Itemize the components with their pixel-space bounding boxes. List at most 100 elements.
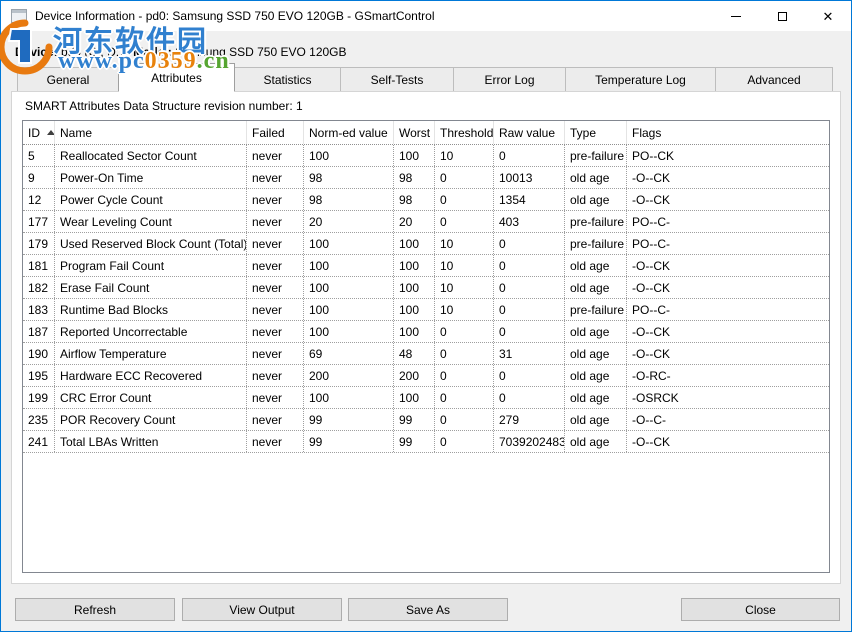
table-row[interactable]: 9Power-On Timenever9898010013old age-O--…	[23, 167, 829, 189]
cell-norm-ed-value: 200	[304, 365, 394, 386]
cell-threshold: 10	[435, 277, 494, 298]
table-row[interactable]: 183Runtime Bad Blocksnever100100100pre-f…	[23, 299, 829, 321]
cell-type: old age	[565, 343, 627, 364]
cell-name: Reallocated Sector Count	[55, 145, 247, 166]
tab-temperature-log[interactable]: Temperature Log	[565, 67, 716, 91]
tab-error-log[interactable]: Error Log	[453, 67, 566, 91]
cell-name: Runtime Bad Blocks	[55, 299, 247, 320]
table-row[interactable]: 12Power Cycle Countnever989801354old age…	[23, 189, 829, 211]
cell-worst: 20	[394, 211, 435, 232]
cell-failed: never	[247, 277, 304, 298]
cell-name: Used Reserved Block Count (Total)	[55, 233, 247, 254]
cell-norm-ed-value: 69	[304, 343, 394, 364]
refresh-button[interactable]: Refresh	[15, 598, 175, 621]
table-row[interactable]: 179Used Reserved Block Count (Total)neve…	[23, 233, 829, 255]
minimize-button[interactable]	[713, 1, 759, 31]
cell-failed: never	[247, 365, 304, 386]
cell-flags: -O--CK	[627, 321, 829, 342]
view-output-button[interactable]: View Output	[182, 598, 342, 621]
cell-threshold: 10	[435, 145, 494, 166]
app-window-icon	[11, 9, 27, 23]
table-row[interactable]: 199CRC Error Countnever10010000old age-O…	[23, 387, 829, 409]
column-header-name[interactable]: Name	[55, 121, 247, 144]
cell-threshold: 0	[435, 167, 494, 188]
cell-flags: -O--CK	[627, 167, 829, 188]
cell-flags: -O--CK	[627, 277, 829, 298]
table-row[interactable]: 241Total LBAs Writtennever99990703920248…	[23, 431, 829, 453]
cell-raw-value: 403	[494, 211, 565, 232]
column-header-id[interactable]: ID	[23, 121, 55, 144]
column-header-failed[interactable]: Failed	[247, 121, 304, 144]
cell-name: Erase Fail Count	[55, 277, 247, 298]
cell-norm-ed-value: 100	[304, 233, 394, 254]
cell-raw-value: 10013	[494, 167, 565, 188]
cell-flags: -O--CK	[627, 343, 829, 364]
cell-raw-value: 0	[494, 321, 565, 342]
maximize-button[interactable]	[759, 1, 805, 31]
cell-worst: 99	[394, 409, 435, 430]
tab-general[interactable]: General	[17, 67, 119, 91]
smart-revision-label: SMART Attributes Data Structure revision…	[25, 99, 303, 113]
cell-worst: 48	[394, 343, 435, 364]
cell-failed: never	[247, 299, 304, 320]
table-row[interactable]: 5Reallocated Sector Countnever100100100p…	[23, 145, 829, 167]
cell-flags: -O--CK	[627, 255, 829, 276]
cell-type: old age	[565, 321, 627, 342]
column-header-raw-value[interactable]: Raw value	[494, 121, 565, 144]
cell-id: 235	[23, 409, 55, 430]
cell-norm-ed-value: 99	[304, 409, 394, 430]
cell-failed: never	[247, 233, 304, 254]
cell-failed: never	[247, 321, 304, 342]
tab-statistics[interactable]: Statistics	[234, 67, 341, 91]
column-header-norm-ed-value[interactable]: Norm-ed value	[304, 121, 394, 144]
cell-threshold: 10	[435, 233, 494, 254]
table-row[interactable]: 235POR Recovery Countnever99990279old ag…	[23, 409, 829, 431]
tab-attributes[interactable]: Attributes	[118, 63, 235, 92]
cell-raw-value: 31	[494, 343, 565, 364]
close-dialog-button[interactable]: Close	[681, 598, 840, 621]
device-label: Device:	[15, 45, 58, 59]
cell-type: old age	[565, 255, 627, 276]
cell-flags: -O-RC-	[627, 365, 829, 386]
column-header-flags[interactable]: Flags	[627, 121, 829, 144]
title-bar: Device Information - pd0: Samsung SSD 75…	[1, 1, 851, 31]
table-row[interactable]: 187Reported Uncorrectablenever10010000ol…	[23, 321, 829, 343]
cell-worst: 98	[394, 167, 435, 188]
cell-failed: never	[247, 145, 304, 166]
table-row[interactable]: 181Program Fail Countnever100100100old a…	[23, 255, 829, 277]
cell-norm-ed-value: 100	[304, 145, 394, 166]
device-summary-line: Device: pd0 (C:, D:) Model: Samsung SSD …	[15, 43, 347, 61]
cell-name: Wear Leveling Count	[55, 211, 247, 232]
cell-failed: never	[247, 167, 304, 188]
sort-ascending-icon	[47, 130, 55, 135]
table-body: 5Reallocated Sector Countnever100100100p…	[23, 145, 829, 453]
column-header-threshold[interactable]: Threshold	[435, 121, 494, 144]
table-row[interactable]: 182Erase Fail Countnever100100100old age…	[23, 277, 829, 299]
column-header-type[interactable]: Type	[565, 121, 627, 144]
table-row[interactable]: 195Hardware ECC Recoverednever20020000ol…	[23, 365, 829, 387]
save-as-button[interactable]: Save As	[348, 598, 508, 621]
cell-norm-ed-value: 100	[304, 321, 394, 342]
cell-type: old age	[565, 365, 627, 386]
table-row[interactable]: 177Wear Leveling Countnever20200403pre-f…	[23, 211, 829, 233]
tab-bar: GeneralAttributesStatisticsSelf-TestsErr…	[17, 63, 832, 91]
cell-name: CRC Error Count	[55, 387, 247, 408]
cell-flags: -O--CK	[627, 431, 829, 452]
cell-type: old age	[565, 431, 627, 452]
close-button[interactable]: ✕	[805, 1, 851, 31]
model-value: Samsung SSD 750 EVO 120GB	[175, 45, 346, 59]
tab-advanced[interactable]: Advanced	[715, 67, 833, 91]
table-row[interactable]: 190Airflow Temperaturenever6948031old ag…	[23, 343, 829, 365]
cell-threshold: 0	[435, 189, 494, 210]
cell-raw-value: 70392024835	[494, 431, 565, 452]
column-header-worst[interactable]: Worst	[394, 121, 435, 144]
close-icon: ✕	[823, 10, 834, 23]
cell-raw-value: 0	[494, 299, 565, 320]
smart-attributes-table: IDNameFailedNorm-ed valueWorstThresholdR…	[22, 120, 830, 573]
model-label: Model:	[133, 45, 172, 59]
cell-name: Hardware ECC Recovered	[55, 365, 247, 386]
cell-type: pre-failure	[565, 299, 627, 320]
cell-name: Program Fail Count	[55, 255, 247, 276]
tab-self-tests[interactable]: Self-Tests	[340, 67, 454, 91]
cell-norm-ed-value: 100	[304, 299, 394, 320]
